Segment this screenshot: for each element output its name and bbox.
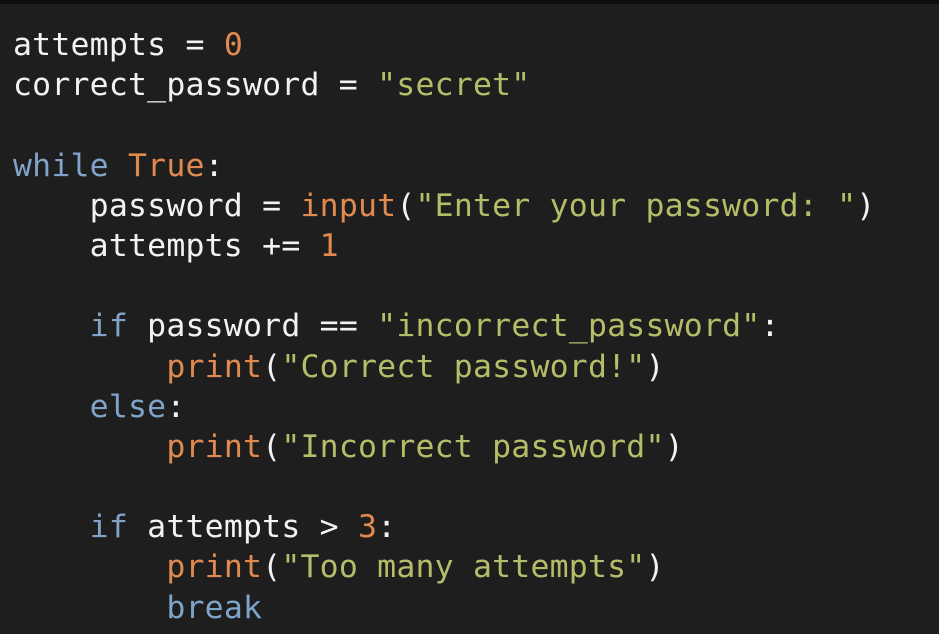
code-block[interactable]: attempts = 0 correct_password = "secret" … — [13, 25, 875, 628]
code-token: password — [13, 187, 243, 224]
code-token: print — [166, 428, 263, 465]
code-token: ) — [645, 348, 665, 385]
code-token: while — [13, 147, 109, 184]
code-token: : — [760, 308, 780, 345]
code-line: if password == "incorrect_password": — [13, 306, 875, 346]
code-token: ) — [645, 549, 665, 586]
code-token: password — [128, 308, 301, 345]
code-token: attempts — [13, 227, 243, 264]
code-token: if — [89, 308, 129, 345]
code-line: attempts += 1 — [13, 226, 875, 266]
code-token: print — [166, 348, 263, 385]
code-token: attempts — [128, 509, 301, 546]
code-token: "Incorrect password" — [281, 428, 665, 465]
code-token: = — [242, 187, 301, 224]
code-token: == — [300, 308, 378, 345]
code-token: correct_password — [13, 67, 320, 104]
code-line: print("Too many attempts") — [13, 547, 875, 587]
code-line: correct_password = "secret" — [13, 65, 875, 105]
code-token: "incorrect_password" — [377, 308, 761, 345]
code-line: password = input("Enter your password: "… — [13, 186, 876, 226]
code-token: input — [300, 187, 397, 224]
code-token: attempts — [13, 27, 167, 63]
code-token: "Correct password!" — [281, 348, 646, 385]
code-line: print("Correct password!") — [13, 347, 875, 387]
code-line: break — [13, 588, 875, 628]
code-token: : — [377, 509, 397, 546]
code-line: else: — [13, 387, 875, 427]
code-token: else — [89, 388, 167, 425]
code-token: ( — [262, 348, 282, 385]
code-line: attempts = 0 — [13, 25, 875, 65]
code-token: = — [166, 27, 224, 63]
code-token: ( — [262, 549, 282, 586]
code-token: "Enter your password: " — [415, 187, 857, 224]
code-token: ( — [396, 187, 416, 224]
code-token: "Too many attempts" — [281, 549, 646, 586]
code-token: break — [166, 589, 263, 626]
code-token: ) — [856, 187, 876, 224]
code-token: 3 — [358, 509, 378, 546]
code-token: 1 — [319, 227, 339, 264]
code-token: "secret" — [377, 67, 531, 104]
code-token: : — [204, 147, 224, 184]
code-token: > — [300, 509, 358, 546]
code-token: 0 — [223, 27, 243, 63]
code-line: print("Incorrect password") — [13, 427, 875, 467]
code-token: print — [166, 549, 263, 586]
code-editor[interactable]: attempts = 0 correct_password = "secret" … — [0, 0, 939, 634]
code-line: if attempts > 3: — [13, 507, 875, 547]
code-token: ) — [664, 428, 684, 465]
code-token: ( — [262, 428, 282, 465]
code-token: : — [166, 388, 186, 425]
code-token: = — [319, 67, 378, 104]
code-token: += — [242, 227, 320, 264]
code-token: if — [89, 509, 129, 546]
code-token: True — [128, 147, 205, 184]
code-line: while True: — [13, 146, 875, 186]
